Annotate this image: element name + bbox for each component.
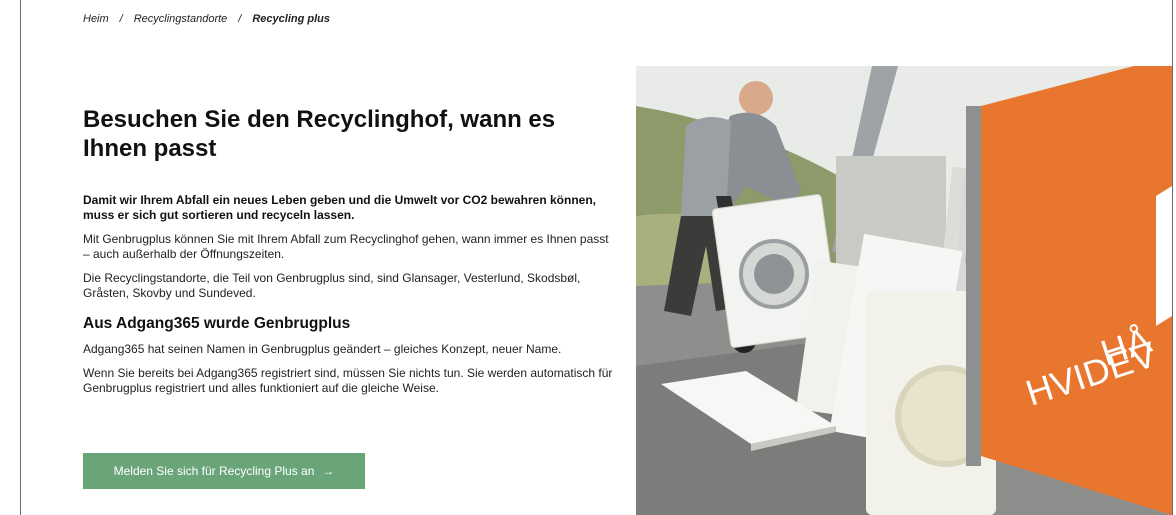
left-border [20, 0, 21, 515]
breadcrumb: Heim / Recyclingstandorte / Recycling pl… [83, 13, 330, 25]
lead-paragraph: Damit wir Ihrem Abfall ein neues Leben g… [83, 193, 596, 222]
section-heading-rename: Aus Adgang365 wurde Genbrugplus [83, 315, 351, 332]
breadcrumb-item-home[interactable]: Heim [83, 13, 109, 25]
breadcrumb-separator: / [119, 13, 123, 25]
breadcrumb-current: Recycling plus [252, 13, 330, 25]
breadcrumb-separator: / [238, 13, 242, 25]
arrow-right-icon: → [322, 464, 335, 478]
right-border [1172, 0, 1173, 515]
recycling-photo-illustration: HÅ HVIDEV [636, 66, 1172, 515]
signup-button[interactable]: Melden Sie sich für Recycling Plus an → [83, 453, 365, 489]
page: Heim / Recyclingstandorte / Recycling pl… [0, 0, 1176, 515]
breadcrumb-item-recycling-sites[interactable]: Recyclingstandorte [134, 13, 228, 25]
page-title: Besuchen Sie den Recyclinghof, wann es I… [83, 106, 556, 162]
paragraph-rename: Adgang365 hat seinen Namen in Genbrugplu… [83, 342, 562, 356]
hero-photo: HÅ HVIDEV [636, 66, 1172, 515]
paragraph-access: Mit Genbrugplus können Sie mit Ihrem Abf… [83, 232, 609, 261]
intro-section: Besuchen Sie den Recyclinghof, wann es I… [83, 105, 618, 396]
paragraph-registered: Wenn Sie bereits bei Adgang365 registrie… [83, 366, 613, 395]
paragraph-locations: Die Recyclingstandorte, die Teil von Gen… [83, 271, 581, 300]
signup-button-label: Melden Sie sich für Recycling Plus an [113, 464, 315, 478]
